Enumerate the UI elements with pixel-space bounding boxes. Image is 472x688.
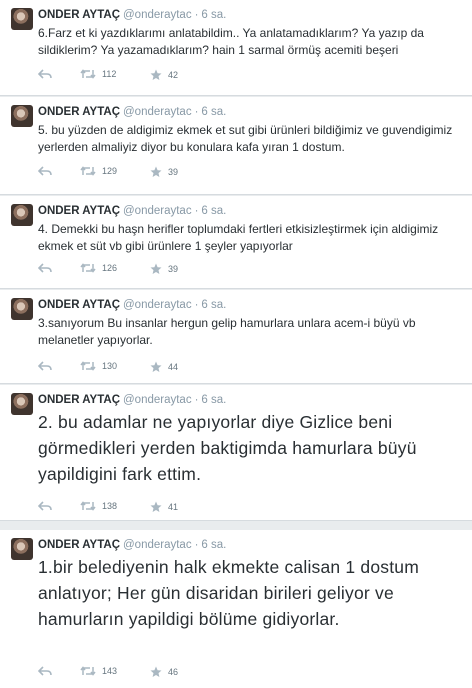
retweet-button[interactable]: 126 (80, 263, 117, 273)
reply-icon (38, 166, 52, 176)
tweet-text: 3.sanıyorum Bu insanlar hergun gelip ham… (38, 316, 416, 347)
author-name[interactable]: ONDER AYTAÇ (38, 539, 120, 551)
retweet-icon (80, 263, 96, 273)
reply-icon (38, 263, 52, 273)
author-handle[interactable]: @onderaytac (123, 106, 192, 118)
retweet-icon (80, 501, 96, 511)
favorite-count: 39 (168, 264, 179, 274)
favorite-count: 39 (168, 167, 179, 177)
reply-icon (38, 69, 52, 79)
author-handle[interactable]: @onderaytac (123, 539, 192, 551)
retweet-count: 143 (102, 666, 118, 676)
retweet-icon (80, 361, 96, 371)
tweet[interactable]: ONDER AYTAÇ @onderaytac · 6 sa. 5. bu yüzde… (0, 97, 472, 195)
favorite-count: 41 (168, 502, 179, 512)
retweet-count: 112 (102, 69, 117, 79)
timestamp[interactable]: 6 sa. (201, 9, 226, 21)
avatar[interactable] (11, 105, 33, 127)
reply-button[interactable] (38, 361, 52, 371)
favorite-count: 42 (168, 70, 179, 80)
star-icon (150, 666, 162, 678)
retweet-count: 130 (102, 361, 118, 371)
author-name[interactable]: ONDER AYTAÇ (38, 106, 120, 118)
star-icon (150, 501, 162, 513)
separator-dot: · (194, 9, 199, 21)
separator-dot: · (194, 205, 199, 217)
author-name[interactable]: ONDER AYTAÇ (38, 9, 120, 21)
tweet-header: ONDER AYTAÇ @onderaytac · 6 sa. (38, 393, 226, 407)
reply-button[interactable] (38, 69, 52, 79)
favorite-count: 46 (168, 667, 179, 677)
retweet-button[interactable]: 130 (80, 361, 117, 371)
separator-dot: · (194, 299, 199, 311)
reply-icon (38, 361, 52, 371)
reply-button[interactable] (38, 166, 52, 176)
reply-button[interactable] (38, 666, 52, 676)
author-handle[interactable]: @onderaytac (123, 205, 192, 217)
tweet-text: 5. bu yüzden de aldigimiz ekmek et sut g… (38, 123, 453, 154)
tweet[interactable]: ONDER AYTAÇ @onderaytac · 6 sa. 6.Farz et k… (0, 0, 472, 96)
tweet-header: ONDER AYTAÇ @onderaytac · 6 sa. (38, 105, 226, 119)
reply-button[interactable] (38, 501, 52, 511)
tweet-text: 1.bir belediyenin halk ekmekte calisan 1… (38, 557, 419, 629)
author-name[interactable]: ONDER AYTAÇ (38, 205, 120, 217)
retweet-count: 129 (102, 166, 118, 176)
favorite-button[interactable]: 44 (150, 361, 178, 373)
tweet-header: ONDER AYTAÇ @onderaytac · 6 sa. (38, 538, 226, 552)
author-handle[interactable]: @onderaytac (123, 394, 192, 406)
star-icon (150, 263, 162, 275)
separator-dot: · (194, 106, 199, 118)
timestamp[interactable]: 6 sa. (201, 205, 226, 217)
tweet[interactable]: ONDER AYTAÇ @onderaytac · 6 sa. 1.bir beled… (0, 530, 472, 688)
retweet-count: 138 (102, 501, 118, 511)
tweet-text: 6.Farz et ki yazdıklarımı anlatabildim..… (38, 26, 424, 57)
reply-icon (38, 501, 52, 511)
favorite-button[interactable]: 39 (150, 166, 178, 178)
tweet[interactable]: ONDER AYTAÇ @onderaytac · 6 sa. 4. Demekki … (0, 196, 472, 289)
author-name[interactable]: ONDER AYTAÇ (38, 394, 120, 406)
avatar[interactable] (11, 393, 33, 415)
separator-dot: · (194, 539, 199, 551)
separator-dot: · (194, 394, 199, 406)
retweet-button[interactable]: 138 (80, 501, 117, 511)
retweet-icon (80, 69, 96, 79)
author-handle[interactable]: @onderaytac (123, 299, 192, 311)
favorite-button[interactable]: 42 (150, 69, 178, 81)
tweet-text: 2. bu adamlar ne yapıyorlar diye Gizlice… (38, 412, 417, 484)
timestamp[interactable]: 6 sa. (201, 394, 226, 406)
favorite-button[interactable]: 46 (150, 666, 178, 678)
author-name[interactable]: ONDER AYTAÇ (38, 299, 120, 311)
favorite-count: 44 (168, 362, 179, 372)
avatar[interactable] (11, 298, 33, 320)
timestamp[interactable]: 6 sa. (201, 299, 226, 311)
star-icon (150, 69, 162, 81)
retweet-count: 126 (102, 263, 118, 273)
avatar[interactable] (11, 538, 33, 560)
timestamp[interactable]: 6 sa. (201, 539, 226, 551)
tweet[interactable]: ONDER AYTAÇ @onderaytac · 6 sa. 2. bu adaml… (0, 385, 472, 521)
favorite-button[interactable]: 41 (150, 501, 178, 513)
reply-icon (38, 666, 52, 676)
favorite-button[interactable]: 39 (150, 263, 178, 275)
star-icon (150, 361, 162, 373)
author-handle[interactable]: @onderaytac (123, 9, 192, 21)
star-icon (150, 166, 162, 178)
avatar[interactable] (11, 204, 33, 226)
retweet-icon (80, 166, 96, 176)
timestamp[interactable]: 6 sa. (201, 106, 226, 118)
retweet-button[interactable]: 112 (80, 69, 116, 79)
retweet-button[interactable]: 143 (80, 666, 117, 676)
reply-button[interactable] (38, 263, 52, 273)
tweet-header: ONDER AYTAÇ @onderaytac · 6 sa. (38, 8, 226, 22)
tweet-header: ONDER AYTAÇ @onderaytac · 6 sa. (38, 298, 226, 312)
avatar[interactable] (11, 8, 33, 30)
tweet[interactable]: ONDER AYTAÇ @onderaytac · 6 sa. 3.sanıyorum… (0, 290, 472, 384)
tweet-header: ONDER AYTAÇ @onderaytac · 6 sa. (38, 204, 226, 218)
retweet-button[interactable]: 129 (80, 166, 117, 176)
retweet-icon (80, 666, 96, 676)
tweet-feed: ONDER AYTAÇ @onderaytac · 6 sa. 6.Farz et k… (0, 0, 472, 688)
tweet-text: 4. Demekki bu haşn herifler toplumdaki f… (38, 222, 439, 253)
